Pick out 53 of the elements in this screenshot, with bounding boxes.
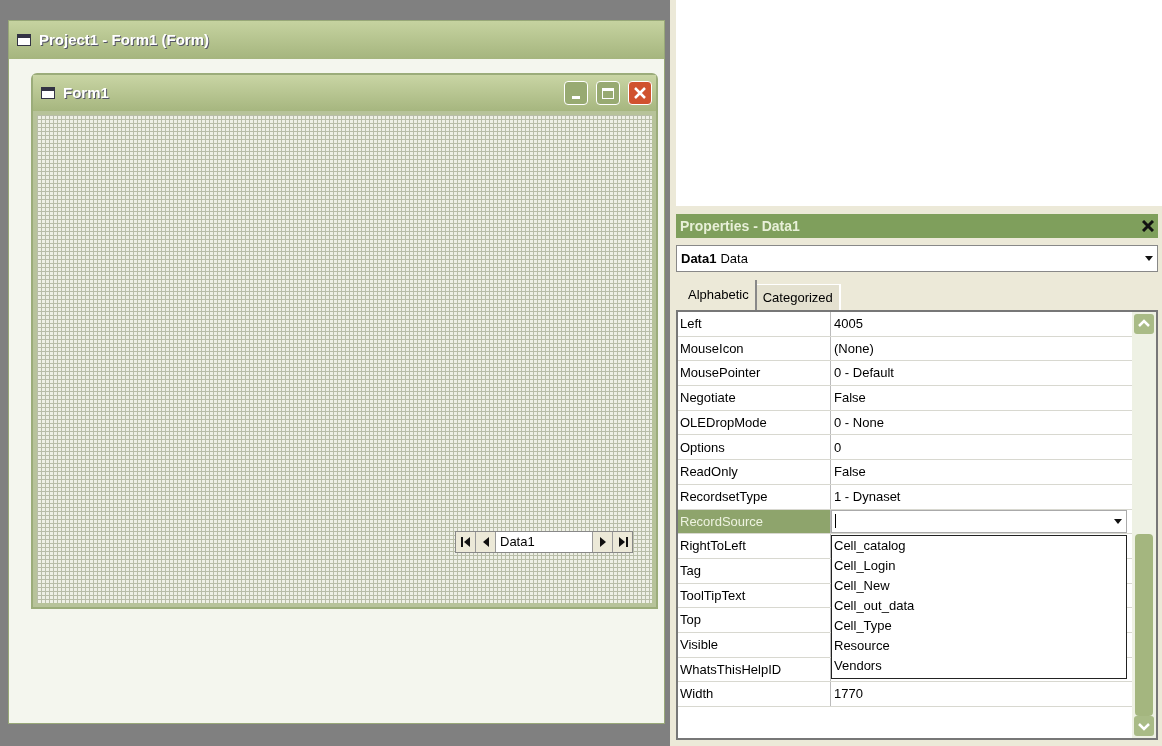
scroll-thumb[interactable] [1135,534,1153,716]
tab[interactable]: Categorized [756,284,841,310]
dropdown-item[interactable]: Cell_New [832,576,1126,596]
object-type: Data [720,249,749,268]
property-name[interactable]: Left [678,312,831,336]
panel-title: Properties - Data1 [680,216,800,236]
property-value[interactable]: 0 - Default [831,361,1132,386]
property-name[interactable]: Negotiate [678,386,831,410]
object-name: Data1 [681,249,717,268]
window-icon [41,87,55,99]
property-name[interactable]: Options [678,435,831,460]
property-value[interactable]: 4005 [831,312,1132,336]
property-value[interactable]: 0 - None [831,410,1132,435]
close-icon[interactable] [1142,220,1154,232]
scroll-up-icon[interactable] [1134,314,1154,334]
data-control[interactable]: Data1 [455,531,633,553]
value-combo[interactable] [831,509,1127,534]
next-record-icon [598,537,607,547]
dropdown-item[interactable]: Cell_out_data [832,596,1126,616]
maximize-button[interactable] [596,81,620,105]
data-control-caption: Data1 [496,532,592,552]
previous-record-icon [481,537,490,547]
dropdown-arrow-icon [1145,256,1153,261]
dropdown-arrow-icon [1114,518,1122,524]
dropdown-item[interactable]: Cell_Type [832,616,1126,636]
property-value[interactable]: False [831,460,1132,484]
close-button[interactable] [628,81,652,105]
property-name[interactable]: Width [678,682,831,706]
property-name[interactable]: ReadOnly [678,460,831,484]
dropdown-item[interactable]: Cell_Login [832,556,1126,576]
dropdown-item[interactable]: Cell_catalog [832,536,1126,556]
property-name[interactable]: MousePointer [678,361,831,386]
property-name[interactable]: MouseIcon [678,336,831,361]
last-record-icon [617,537,628,547]
property-name[interactable]: RecordsetType [678,484,831,509]
property-value[interactable]: 0 [831,435,1132,460]
property-value[interactable]: 1770 [831,682,1132,706]
close-icon [634,87,646,99]
minimize-button[interactable] [564,81,588,105]
dropdown-item[interactable]: Vendors [832,656,1126,676]
first-record-icon [460,537,471,547]
window-title: Project1 - Form1 (Form) [39,29,210,50]
dropdown-item[interactable]: Resource [832,636,1126,656]
scroll-down-icon[interactable] [1134,716,1154,736]
property-value[interactable]: (None) [831,336,1132,361]
window-icon [17,34,31,46]
text-cursor-icon [835,514,836,529]
property-value[interactable]: False [831,386,1132,410]
window-title: Form1 [63,82,110,103]
property-value[interactable]: 1 - Dynaset [831,484,1132,509]
scrollbar[interactable] [1132,312,1156,738]
property-name[interactable]: OLEDropMode [678,410,831,435]
object-combo[interactable]: Data1 Data [676,245,1158,272]
